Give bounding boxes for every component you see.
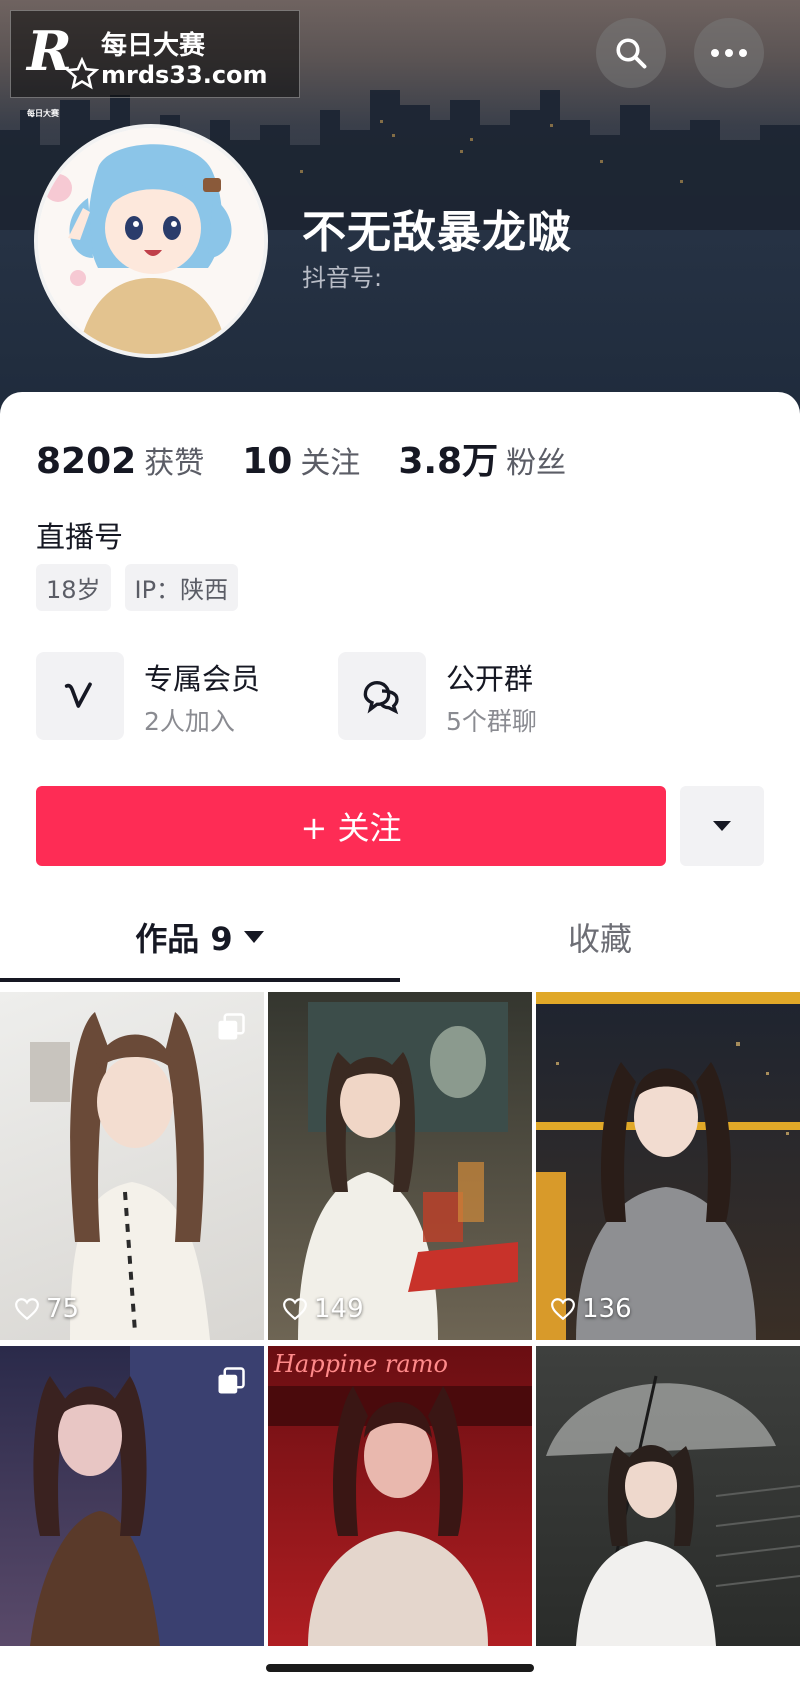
nickname: 不无敌暴龙啵 — [302, 207, 572, 258]
video-thumbnail[interactable]: Happine ramo — [268, 1346, 532, 1646]
star-icon — [65, 57, 99, 90]
like-count-value: 149 — [314, 1294, 364, 1324]
like-count: 149 — [282, 1294, 364, 1324]
watermark: R 每日大赛 每日大赛 mrds33.com — [10, 10, 300, 118]
following-count[interactable]: 10 — [242, 441, 292, 482]
video-thumbnail[interactable]: 136 — [536, 992, 800, 1340]
tab-favorites[interactable]: 收藏 — [400, 892, 800, 982]
tab-works-label: 作品 9 — [135, 920, 233, 958]
feature-icon-box — [338, 652, 426, 740]
video-thumbnail[interactable]: 75 — [0, 992, 264, 1340]
watermark-title: 每日大赛 — [101, 31, 206, 61]
multi-image-icon — [218, 1367, 245, 1394]
like-count: 75 — [14, 1294, 79, 1324]
follow-button[interactable]: + 关注 — [36, 786, 666, 866]
douyin-id-label: 抖音号: — [302, 264, 383, 292]
public-group-entry[interactable]: 公开群 5个群聊 — [338, 652, 598, 742]
search-icon — [616, 38, 647, 69]
neon-sign-text: Happine ramo — [274, 1350, 448, 1378]
vip-v-icon — [64, 682, 92, 708]
followers-count[interactable]: 3.8万 — [398, 432, 498, 484]
tab-works[interactable]: 作品 9 — [0, 892, 400, 982]
watermark-logo: R 每日大赛 — [27, 21, 105, 118]
likes-label: 获赞 — [144, 446, 205, 481]
more-options-button[interactable] — [694, 18, 764, 88]
exclusive-membership-entry[interactable]: 专属会员 2人加入 — [36, 652, 296, 742]
active-tab-indicator — [0, 978, 400, 982]
caret-down-icon — [243, 931, 264, 943]
heart-outline-icon — [15, 1298, 39, 1321]
ip-location-tag: IP：陕西 — [124, 564, 239, 611]
video-thumbnail[interactable] — [536, 1346, 800, 1646]
tab-favorites-label: 收藏 — [567, 920, 632, 958]
video-cover-image — [298, 1002, 518, 1340]
profile-banner: R 每日大赛 每日大赛 mrds33.com 不无敌暴龙啵 抖音号: — [0, 0, 800, 420]
avatar[interactable] — [34, 124, 268, 358]
anime-avatar-image — [38, 128, 264, 354]
watermark-url: mrds33.com — [101, 61, 268, 89]
follow-dropdown-button[interactable] — [680, 786, 764, 866]
group-chat-icon — [363, 680, 399, 715]
video-thumbnail[interactable] — [0, 1346, 264, 1646]
profile-stats: 8202 获赞 10 关注 3.8万 粉丝 — [36, 432, 604, 484]
following-label[interactable]: 关注 — [300, 438, 360, 482]
more-dots-icon — [711, 49, 747, 57]
heart-outline-icon — [551, 1298, 575, 1321]
heart-outline-icon — [283, 1298, 307, 1321]
age-tag: 18岁 — [36, 564, 111, 611]
public-group-title: 公开群 — [446, 662, 534, 696]
video-cover-image — [536, 992, 800, 1340]
multi-image-icon — [218, 1013, 245, 1040]
likes-count: 8202 — [36, 441, 137, 482]
watermark-logo-caption: 每日大赛 — [27, 108, 59, 118]
followers-label[interactable]: 粉丝 — [506, 438, 566, 482]
membership-title: 专属会员 — [144, 662, 261, 696]
live-id-label: 直播号 — [36, 520, 124, 554]
video-thumbnail[interactable]: 149 — [268, 992, 532, 1340]
feature-icon-box — [36, 652, 124, 740]
membership-subtitle: 2人加入 — [144, 707, 235, 736]
public-group-subtitle: 5个群聊 — [446, 707, 537, 736]
profile-tags: 18岁 IP：陕西 — [36, 564, 239, 611]
video-cover-image — [546, 1375, 800, 1646]
home-indicator[interactable] — [266, 1664, 534, 1672]
content-tabs: 作品 9 收藏 — [0, 892, 800, 982]
video-cover-image — [268, 1386, 532, 1646]
search-button[interactable] — [596, 18, 666, 88]
like-count: 136 — [550, 1294, 632, 1324]
video-cover-image — [30, 1012, 210, 1340]
like-count-value: 136 — [582, 1294, 632, 1324]
like-count-value: 75 — [46, 1294, 80, 1324]
caret-down-icon — [713, 821, 731, 831]
